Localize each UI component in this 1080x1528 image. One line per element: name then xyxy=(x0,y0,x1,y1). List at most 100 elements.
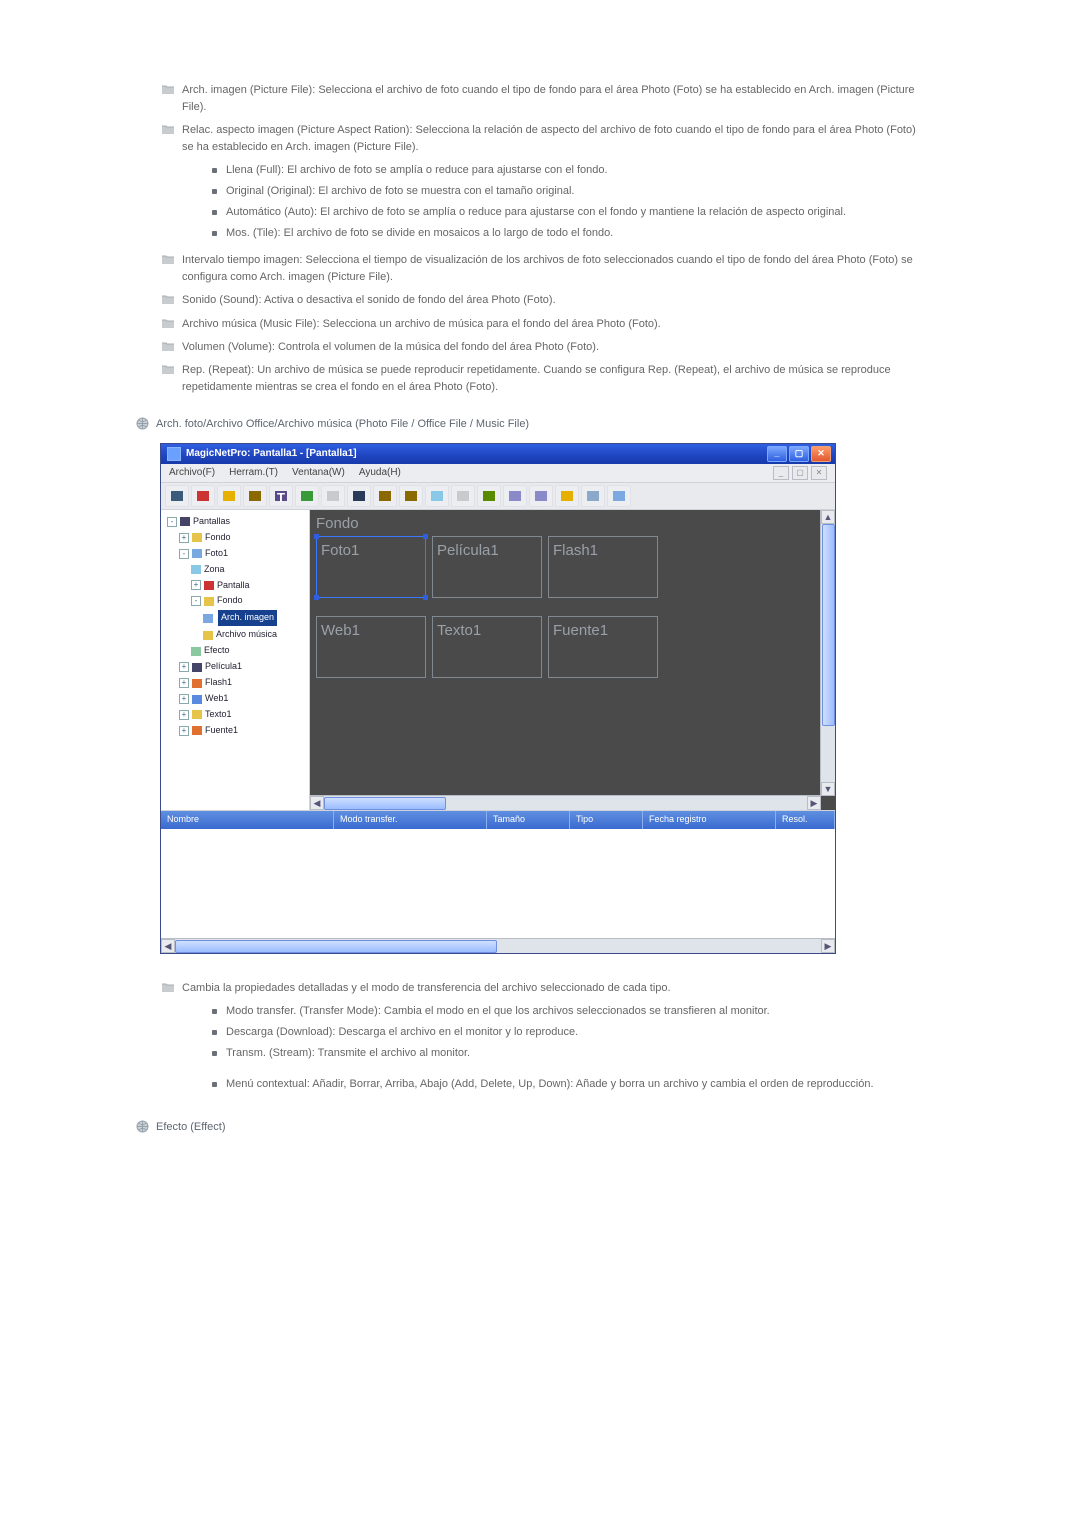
canvas-area-foto1[interactable]: Foto1 xyxy=(316,536,426,598)
toolbar-icon[interactable] xyxy=(347,485,371,507)
doc-restore-button[interactable]: ▢ xyxy=(792,466,808,480)
tree-node-fondo[interactable]: +Fondo xyxy=(163,530,307,546)
folder-icon xyxy=(162,254,174,264)
auto-option: Automático (Auto): El archivo de foto se… xyxy=(212,204,922,221)
stream-desc: Transm. (Stream): Transmite el archivo a… xyxy=(212,1045,922,1062)
grid-header[interactable]: Nombre Modo transfer. Tamaño Tipo Fecha … xyxy=(161,811,835,829)
aspect-ratio-desc: Relac. aspecto imagen (Picture Aspect Ra… xyxy=(182,124,916,153)
toolbar-icon[interactable] xyxy=(451,485,475,507)
globe-icon xyxy=(136,417,149,430)
file-grid-panel: Nombre Modo transfer. Tamaño Tipo Fecha … xyxy=(161,810,835,953)
toolbar-redo-icon[interactable] xyxy=(581,485,605,507)
transfer-mode-intro: Cambia la propiedades detalladas y el mo… xyxy=(182,982,671,994)
maximize-button[interactable]: ▢ xyxy=(789,446,809,462)
doc-minimize-button[interactable]: _ xyxy=(773,466,789,480)
tree-node-texto1[interactable]: +Texto1 xyxy=(163,707,307,723)
app-icon xyxy=(167,447,181,461)
sound-desc: Sonido (Sound): Activa o desactiva el so… xyxy=(182,294,556,306)
grid-col-tamano[interactable]: Tamaño xyxy=(487,811,570,829)
grid-hscroll[interactable]: ◀▶ xyxy=(161,938,835,953)
tree-node-efecto[interactable]: Efecto xyxy=(163,643,307,659)
aspect-ratio-sublist: Llena (Full): El archivo de foto se ampl… xyxy=(182,162,922,242)
toolbar-icon[interactable] xyxy=(217,485,241,507)
grid-col-nombre[interactable]: Nombre xyxy=(161,811,334,829)
tree-node-foto1[interactable]: -Foto1 xyxy=(163,546,307,562)
folder-icon xyxy=(162,318,174,328)
menubar: Archivo(F) Herram.(T) Ventana(W) Ayuda(H… xyxy=(161,464,835,483)
original-option: Original (Original): El archivo de foto … xyxy=(212,183,922,200)
toolbar: T xyxy=(161,483,835,510)
canvas-area-fuente1[interactable]: Fuente1 xyxy=(548,616,658,678)
toolbar-save-icon[interactable] xyxy=(321,485,345,507)
folder-icon xyxy=(162,124,174,134)
section-heading-effect: Efecto (Effect) xyxy=(136,1119,922,1136)
canvas-area-flash1[interactable]: Flash1 xyxy=(548,536,658,598)
titlebar[interactable]: MagicNetPro: Pantalla1 - [Pantalla1] _ ▢… xyxy=(161,444,835,464)
folder-icon xyxy=(162,364,174,374)
folder-icon xyxy=(162,84,174,94)
grid-col-tipo[interactable]: Tipo xyxy=(570,811,643,829)
close-button[interactable]: ✕ xyxy=(811,446,831,462)
toolbar-icon[interactable] xyxy=(399,485,423,507)
full-option: Llena (Full): El archivo de foto se ampl… xyxy=(212,162,922,179)
minimize-button[interactable]: _ xyxy=(767,446,787,462)
tree-node-zona[interactable]: Zona xyxy=(163,562,307,578)
context-menu-desc: Menú contextual: Añadir, Borrar, Arriba,… xyxy=(212,1076,922,1093)
music-file-desc: Archivo música (Music File): Selecciona … xyxy=(182,318,661,330)
toolbar-icon[interactable] xyxy=(503,485,527,507)
canvas-frame-label: Fondo xyxy=(316,512,359,535)
grid-col-resol[interactable]: Resol. xyxy=(776,811,835,829)
tree-node-web1[interactable]: +Web1 xyxy=(163,691,307,707)
tree-node-arch-imagen[interactable]: Arch. imagen xyxy=(163,609,307,627)
tree-node-fondo2[interactable]: -Fondo xyxy=(163,593,307,609)
image-interval-desc: Intervalo tiempo imagen: Selecciona el t… xyxy=(182,254,913,283)
menu-file[interactable]: Archivo(F) xyxy=(169,465,215,481)
app-window: MagicNetPro: Pantalla1 - [Pantalla1] _ ▢… xyxy=(160,443,836,954)
menu-help[interactable]: Ayuda(H) xyxy=(359,465,401,481)
tree-node-pantallas[interactable]: -Pantallas xyxy=(163,514,307,530)
canvas-area-web1[interactable]: Web1 xyxy=(316,616,426,678)
doc-close-button[interactable]: ✕ xyxy=(811,466,827,480)
toolbar-text-icon[interactable]: T xyxy=(269,485,293,507)
grid-col-fecha[interactable]: Fecha registro xyxy=(643,811,776,829)
tree-node-fuente1[interactable]: +Fuente1 xyxy=(163,723,307,739)
tree-node-flash1[interactable]: +Flash1 xyxy=(163,675,307,691)
download-desc: Descarga (Download): Descarga el archivo… xyxy=(212,1024,922,1041)
transfer-mode-desc: Modo transfer. (Transfer Mode): Cambia e… xyxy=(212,1003,922,1020)
window-title: MagicNetPro: Pantalla1 - [Pantalla1] xyxy=(186,446,357,462)
toolbar-icon[interactable] xyxy=(243,485,267,507)
tree-node-pantalla[interactable]: +Pantalla xyxy=(163,578,307,594)
toolbar-icon[interactable] xyxy=(191,485,215,507)
tree-node-arch-musica[interactable]: Archivo música xyxy=(163,627,307,643)
grid-body[interactable] xyxy=(161,829,835,935)
tree-node-pelicula1[interactable]: +Película1 xyxy=(163,659,307,675)
toolbar-help-icon[interactable] xyxy=(607,485,631,507)
volume-desc: Volumen (Volume): Controla el volumen de… xyxy=(182,341,599,353)
toolbar-icon[interactable] xyxy=(529,485,553,507)
globe-icon xyxy=(136,1120,149,1133)
toolbar-icon[interactable] xyxy=(425,485,449,507)
tree-panel[interactable]: -Pantallas +Fondo -Foto1 Zona +Pantalla … xyxy=(161,510,310,810)
tile-option: Mos. (Tile): El archivo de foto se divid… xyxy=(212,225,922,242)
folder-icon xyxy=(162,294,174,304)
toolbar-icon[interactable] xyxy=(295,485,319,507)
picture-file-desc: Arch. imagen (Picture File): Selecciona … xyxy=(182,84,915,113)
canvas-vscroll[interactable]: ▲▼ xyxy=(820,510,835,796)
canvas-area-texto1[interactable]: Texto1 xyxy=(432,616,542,678)
repeat-desc: Rep. (Repeat): Un archivo de música se p… xyxy=(182,364,891,393)
menu-window[interactable]: Ventana(W) xyxy=(292,465,345,481)
grid-col-modo[interactable]: Modo transfer. xyxy=(334,811,487,829)
section-heading-files: Arch. foto/Archivo Office/Archivo música… xyxy=(136,416,922,433)
toolbar-icon[interactable] xyxy=(373,485,397,507)
layout-canvas[interactable]: Fondo Foto1 Película1 Flash1 Web1 Texto1… xyxy=(310,510,835,810)
folder-icon xyxy=(162,982,174,992)
folder-icon xyxy=(162,341,174,351)
toolbar-icon[interactable] xyxy=(477,485,501,507)
transfer-mode-sublist: Modo transfer. (Transfer Mode): Cambia e… xyxy=(182,1003,922,1093)
menu-tools[interactable]: Herram.(T) xyxy=(229,465,278,481)
canvas-area-pelicula1[interactable]: Película1 xyxy=(432,536,542,598)
canvas-hscroll[interactable]: ◀▶ xyxy=(310,795,821,810)
transfer-mode-list: Cambia la propiedades detalladas y el mo… xyxy=(162,980,922,1093)
toolbar-undo-icon[interactable] xyxy=(555,485,579,507)
toolbar-icon[interactable] xyxy=(165,485,189,507)
